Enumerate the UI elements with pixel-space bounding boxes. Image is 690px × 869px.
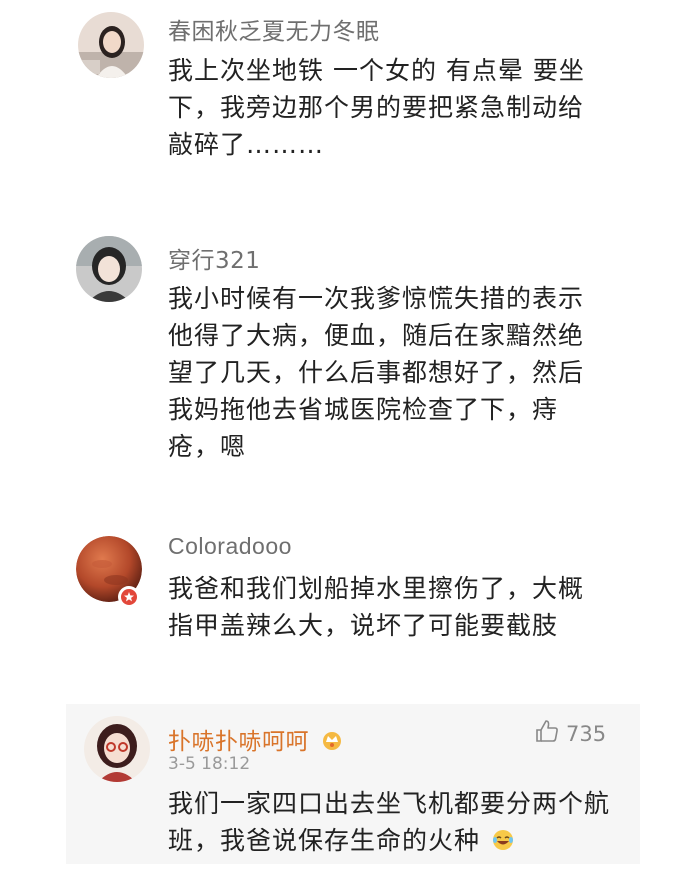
comment-line: 我小时候有一次我爹惊慌失措的表示 <box>168 284 585 313</box>
comment-line: 望了几天，什么后事都想好了，然后 <box>168 358 585 387</box>
comment-line: 疮，嗯 <box>168 432 247 461</box>
avatar-image <box>76 236 142 302</box>
comment-line: 指甲盖辣么大，说坏了可能要截肢 <box>168 611 559 640</box>
comment-text: 我小时候有一次我爹惊慌失措的表示 他得了大病，便血，随后在家黯然绝 望了几天，什… <box>168 280 638 465</box>
comment-line: 我妈拖他去省城医院检查了下，痔 <box>168 395 559 424</box>
comment-line: 敲碎了……… <box>168 130 325 159</box>
comment-line: 他得了大病，便血，随后在家黯然绝 <box>168 321 585 350</box>
avatar[interactable] <box>84 716 150 782</box>
comment-line: 我爸和我们划船掉水里擦伤了，大概 <box>168 574 585 603</box>
comment-line: 班，我爸说保存生命的火种 <box>168 822 638 859</box>
comment-text: 我爸和我们划船掉水里擦伤了，大概 指甲盖辣么大，说坏了可能要截肢 <box>168 570 638 644</box>
username[interactable]: 穿行321 <box>168 241 260 275</box>
avatar-image <box>78 12 144 78</box>
thumbs-up-icon <box>534 718 560 749</box>
comment-line: 我们一家四口出去坐飞机都要分两个航 <box>168 789 611 818</box>
comment-line: 我上次坐地铁 一个女的 有点晕 要坐 <box>168 56 585 85</box>
avatar-image <box>84 716 150 782</box>
comment-text: 我们一家四口出去坐飞机都要分两个航 班，我爸说保存生命的火种 <box>168 785 638 859</box>
username[interactable]: 春困秋乏夏无力冬眠 <box>168 12 380 46</box>
avatar[interactable] <box>76 236 142 302</box>
like-count: 735 <box>566 721 607 746</box>
username-text: 扑哧扑哧呵呵 <box>168 729 309 755</box>
comment-line-text: 班，我爸说保存生命的火种 <box>168 826 481 855</box>
like-button[interactable]: 735 <box>534 718 606 749</box>
avatar[interactable] <box>78 12 144 78</box>
comment-text: 我上次坐地铁 一个女的 有点晕 要坐 下，我旁边那个男的要把紧急制动给 敲碎了…… <box>168 52 638 163</box>
laughing-emoji-icon <box>491 825 515 850</box>
username[interactable]: Coloradooo <box>168 533 292 560</box>
crown-badge-icon <box>321 729 343 751</box>
timestamp: 3-5 18:12 <box>168 754 251 774</box>
vip-badge-icon <box>118 586 140 608</box>
username[interactable]: 扑哧扑哧呵呵 <box>168 722 343 756</box>
comment-line: 下，我旁边那个男的要把紧急制动给 <box>168 93 585 122</box>
